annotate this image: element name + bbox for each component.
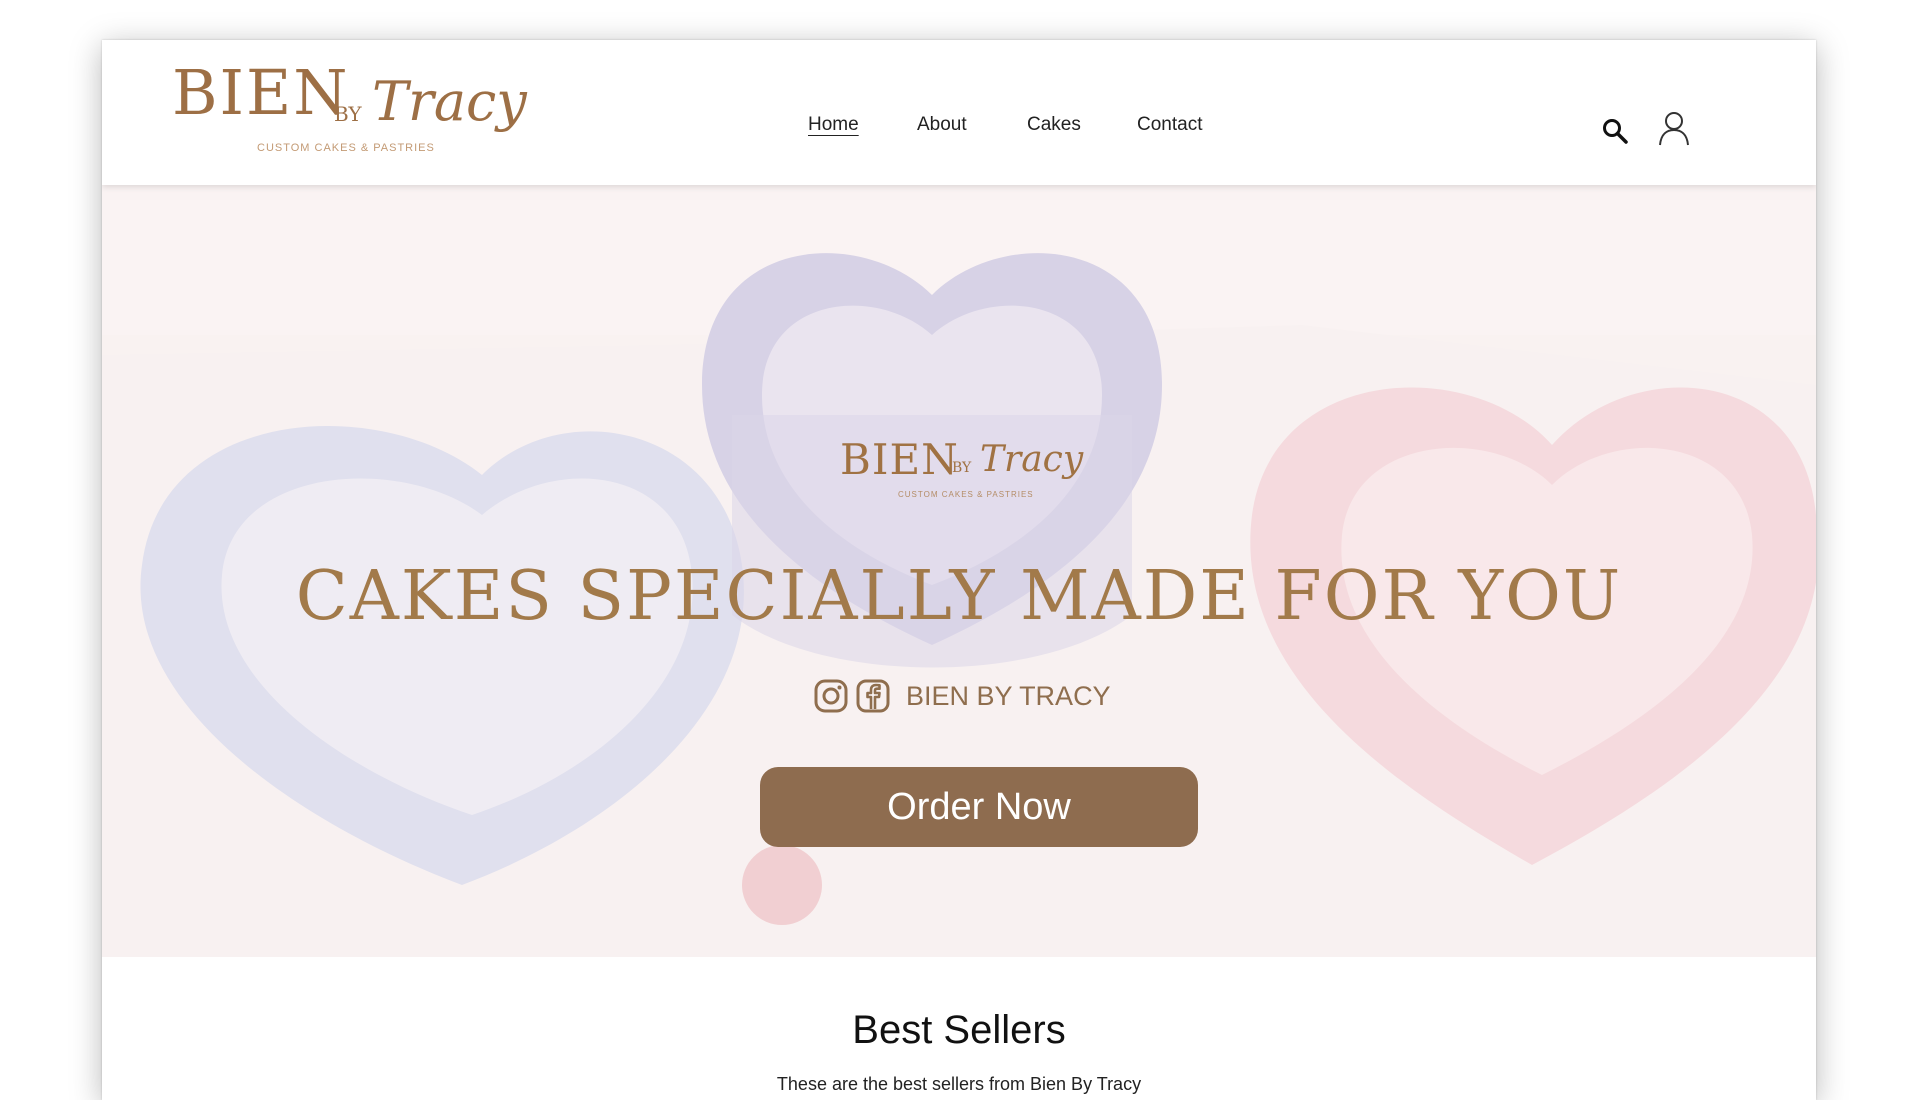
main-nav: Home About Cakes Contact: [102, 114, 1816, 144]
brand-logo[interactable]: BIEN BY Tracy CUSTOM CAKES & PASTRIES: [172, 62, 527, 162]
browser-page: BIEN BY Tracy CUSTOM CAKES & PASTRIES Ho…: [102, 40, 1816, 1100]
instagram-icon[interactable]: [814, 679, 848, 713]
nav-cakes[interactable]: Cakes: [1027, 114, 1081, 136]
best-sellers-title: Best Sellers: [852, 1008, 1066, 1052]
hero-logo: BIEN BY Tracy CUSTOM CAKES & PASTRIES: [840, 435, 1100, 505]
social-links: BIEN BY TRACY: [814, 677, 1111, 715]
hero-title: CAKES SPECIALLY MADE FOR YOU: [295, 557, 1623, 636]
user-icon[interactable]: [1657, 110, 1691, 146]
nav-home[interactable]: Home: [808, 114, 859, 136]
hero-logo-script: Tracy: [980, 439, 1084, 480]
social-handle: BIEN BY TRACY: [906, 680, 1111, 711]
nav-contact[interactable]: Contact: [1137, 114, 1202, 136]
nav-about[interactable]: About: [917, 114, 967, 136]
hero-logo-tagline: CUSTOM CAKES & PASTRIES: [898, 490, 1034, 499]
hero-logo-by: BY: [952, 460, 972, 476]
hero-banner: BIEN BY Tracy CUSTOM CAKES & PASTRIES CA…: [102, 185, 1816, 957]
hero-logo-wordmark: BIEN: [840, 435, 959, 484]
site-header: BIEN BY Tracy CUSTOM CAKES & PASTRIES Ho…: [102, 40, 1816, 185]
best-sellers-subtitle: These are the best sellers from Bien By …: [776, 1074, 1142, 1094]
search-icon[interactable]: [1600, 116, 1630, 146]
facebook-icon[interactable]: [856, 679, 890, 713]
order-now-button[interactable]: Order Now: [760, 767, 1198, 847]
